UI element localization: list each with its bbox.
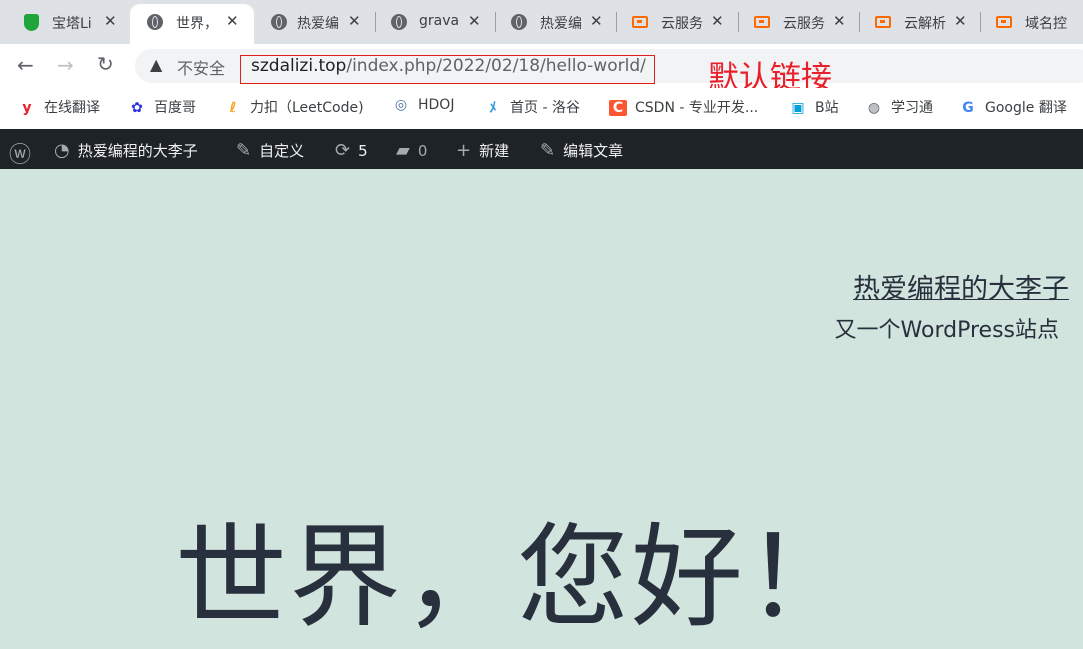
admin-comments[interactable]: ▰ 0 <box>396 140 427 161</box>
back-button[interactable]: ← <box>17 53 34 77</box>
close-icon[interactable]: ✕ <box>468 12 481 30</box>
tab-title: 热爱编 <box>297 16 339 32</box>
youdao-icon: y <box>22 100 32 116</box>
google-translate-icon: G <box>962 100 974 116</box>
close-icon[interactable]: ✕ <box>590 12 603 30</box>
admin-site-name[interactable]: ◔ 热爱编程的大李子 <box>54 140 198 161</box>
tab-title: 云解析 <box>904 16 946 32</box>
bookmark-luogu[interactable]: ﾒ 首页 - 洛谷 <box>484 97 580 117</box>
dashboard-icon: ◔ <box>54 140 70 161</box>
csdn-icon: C <box>609 100 627 116</box>
close-icon[interactable]: ✕ <box>104 12 117 30</box>
bookmark-label: 首页 - 洛谷 <box>510 100 580 116</box>
comments-count: 0 <box>417 142 428 160</box>
admin-customize-label: 自定义 <box>259 142 305 160</box>
close-icon[interactable]: ✕ <box>348 12 361 30</box>
close-icon[interactable]: ✕ <box>711 12 724 30</box>
close-icon[interactable]: ✕ <box>954 12 967 30</box>
bookmark-youdao[interactable]: y 在线翻译 <box>18 97 100 117</box>
luogu-icon: ﾒ <box>489 100 497 116</box>
shield-icon <box>22 13 40 31</box>
bookmark-hdoj[interactable]: ◎ HDOJ <box>392 97 455 113</box>
globe-icon <box>390 13 408 31</box>
bookmark-label: B站 <box>815 100 839 116</box>
bookmark-baidu[interactable]: ✿ 百度哥 <box>128 97 196 117</box>
bookmark-xuexitong[interactable]: ◍ 学习通 <box>865 97 933 117</box>
globe-icon <box>510 13 528 31</box>
url-path: /index.php/2022/02/18/hello-world/ <box>346 56 646 76</box>
reload-button[interactable]: ↻ <box>97 52 114 76</box>
tab-title: 云服务 <box>783 16 825 32</box>
admin-new-label: 新建 <box>479 142 510 160</box>
bookmark-label: CSDN - 专业开发... <box>635 100 759 116</box>
tab-title: 域名控 <box>1025 16 1067 32</box>
wordpress-logo-icon[interactable]: ⓦ <box>9 137 31 169</box>
tab-aliyun-domain[interactable]: 域名控 <box>981 4 1083 44</box>
pencil-icon: ✎ <box>540 140 556 161</box>
bookmark-csdn[interactable]: C CSDN - 专业开发... <box>609 97 758 117</box>
aliyun-icon <box>995 13 1013 31</box>
tab-blog-1[interactable]: 热爱编 ✕ <box>254 4 375 44</box>
baidu-icon: ✿ <box>131 100 143 116</box>
admin-site-name-label: 热爱编程的大李子 <box>77 142 198 160</box>
tab-title: 世界， <box>176 16 218 32</box>
tab-aliyun-2[interactable]: 云服务 ✕ <box>739 4 859 44</box>
site-title[interactable]: 热爱编程的大李子 <box>853 267 1069 306</box>
updates-count: 5 <box>358 142 368 160</box>
plus-icon: + <box>456 140 472 161</box>
post-title: 世界，您好！ <box>175 513 859 643</box>
tab-blog-2[interactable]: 热爱编 ✕ <box>496 4 616 44</box>
bookmark-label: 百度哥 <box>154 100 196 116</box>
admin-customize[interactable]: ✎ 自定义 <box>236 140 304 161</box>
tab-hello-world[interactable]: 世界， ✕ <box>130 4 254 44</box>
updates-icon: ⟳ <box>335 140 351 161</box>
tab-aliyun-1[interactable]: 云服务 ✕ <box>617 4 738 44</box>
site-description: 又一个WordPress站点 <box>834 318 1059 343</box>
bilibili-icon: ▣ <box>791 100 805 116</box>
warning-icon[interactable]: ▲ <box>150 55 162 74</box>
tab-title: 热爱编 <box>540 16 582 32</box>
aliyun-icon <box>631 13 649 31</box>
leetcode-icon: ℓ <box>229 100 237 116</box>
tab-strip: 宝塔Li ✕ 世界， ✕ 热爱编 ✕ grava ✕ 热爱编 ✕ 云服务 ✕ 云… <box>0 0 1083 44</box>
hdoj-icon: ◎ <box>394 97 408 113</box>
bookmark-leetcode[interactable]: ℓ 力扣（LeetCode) <box>224 97 364 117</box>
aliyun-icon <box>874 13 892 31</box>
bookmark-bilibili[interactable]: ▣ B站 <box>789 97 839 117</box>
tab-title: 云服务 <box>661 16 703 32</box>
tab-gravatar[interactable]: grava ✕ <box>376 4 495 44</box>
comment-icon: ▰ <box>396 140 410 161</box>
admin-updates[interactable]: ⟳ 5 <box>335 140 368 161</box>
admin-new[interactable]: + 新建 <box>456 140 509 161</box>
tab-title: grava <box>419 13 460 29</box>
tab-aliyun-dns[interactable]: 云解析 ✕ <box>860 4 980 44</box>
brush-icon: ✎ <box>236 140 252 161</box>
bookmark-label: 学习通 <box>891 100 933 116</box>
aliyun-icon <box>753 13 771 31</box>
admin-edit-post[interactable]: ✎ 编辑文章 <box>540 140 623 161</box>
close-icon[interactable]: ✕ <box>226 12 239 30</box>
bookmark-label: 在线翻译 <box>44 100 100 116</box>
globe-icon <box>146 13 164 31</box>
admin-edit-label: 编辑文章 <box>563 142 624 160</box>
bookmark-label: 力扣（LeetCode) <box>250 100 364 116</box>
globe-icon: ◍ <box>867 100 881 116</box>
url-text[interactable]: szdalizi.top/index.php/2022/02/18/hello-… <box>251 56 646 76</box>
bookmark-google-translate[interactable]: G Google 翻译 <box>959 97 1067 117</box>
bookmark-label: HDOJ <box>418 97 455 113</box>
forward-button[interactable]: → <box>57 53 74 77</box>
globe-icon <box>270 13 288 31</box>
tab-title: 宝塔Li <box>52 16 92 32</box>
url-host: szdalizi.top <box>251 56 347 76</box>
tab-baota[interactable]: 宝塔Li ✕ <box>0 4 130 44</box>
close-icon[interactable]: ✕ <box>833 12 846 30</box>
security-label[interactable]: 不安全 <box>177 55 225 79</box>
bookmark-label: Google 翻译 <box>985 100 1067 116</box>
